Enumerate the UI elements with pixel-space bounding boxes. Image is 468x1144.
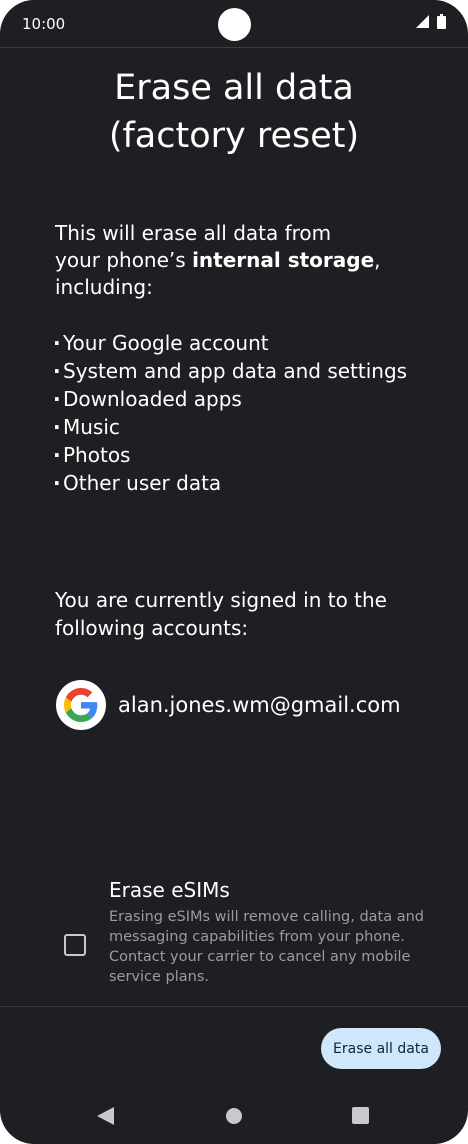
status-divider	[0, 47, 468, 48]
erase-esims-description: Erasing eSIMs will remove calling, data …	[109, 909, 424, 985]
intro-line-2: your phone’s	[55, 248, 186, 272]
list-item: Other user data	[53, 470, 413, 497]
page-title-line-2: (factory reset)	[108, 116, 360, 156]
battery-icon	[437, 14, 446, 29]
erase-esims-title[interactable]: Erase eSIMs	[109, 878, 230, 902]
intro-text: This will erase all data from your phone…	[55, 220, 425, 301]
list-item: Your Google account	[53, 330, 413, 357]
google-logo-icon	[56, 680, 106, 730]
intro-bold: internal storage	[192, 248, 375, 272]
status-bar: 10:00	[0, 0, 468, 48]
signed-in-text: You are currently signed in to the follo…	[55, 588, 387, 640]
account-row: alan.jones.wm@gmail.com	[56, 680, 401, 730]
home-icon[interactable]	[226, 1108, 242, 1124]
list-item: Downloaded apps	[53, 386, 413, 413]
signal-icon	[416, 15, 429, 28]
page-title: Erase all data (factory reset)	[0, 64, 468, 160]
back-icon[interactable]	[97, 1107, 114, 1125]
status-icons	[416, 14, 446, 29]
factory-reset-screen: 10:00 Erase all data (factory reset) Thi…	[0, 0, 468, 1144]
erase-all-data-button[interactable]: Erase all data	[321, 1028, 441, 1069]
status-time: 10:00	[22, 15, 66, 33]
page-title-line-1: Erase all data	[114, 68, 354, 108]
erase-items-list: Your Google account System and app data …	[53, 330, 413, 498]
list-item: Music	[53, 414, 413, 441]
list-item: Photos	[53, 442, 413, 469]
account-email: alan.jones.wm@gmail.com	[118, 693, 401, 717]
google-g-icon	[64, 688, 98, 722]
bottom-divider	[0, 1006, 468, 1007]
intro-suffix: ,	[374, 248, 381, 272]
list-item: System and app data and settings	[53, 358, 413, 385]
intro-line-1: This will erase all data from	[55, 221, 332, 245]
recents-icon[interactable]	[352, 1107, 369, 1124]
erase-esims-checkbox[interactable]	[64, 934, 86, 956]
intro-line-3: including:	[55, 275, 153, 299]
camera-cutout	[218, 8, 251, 41]
